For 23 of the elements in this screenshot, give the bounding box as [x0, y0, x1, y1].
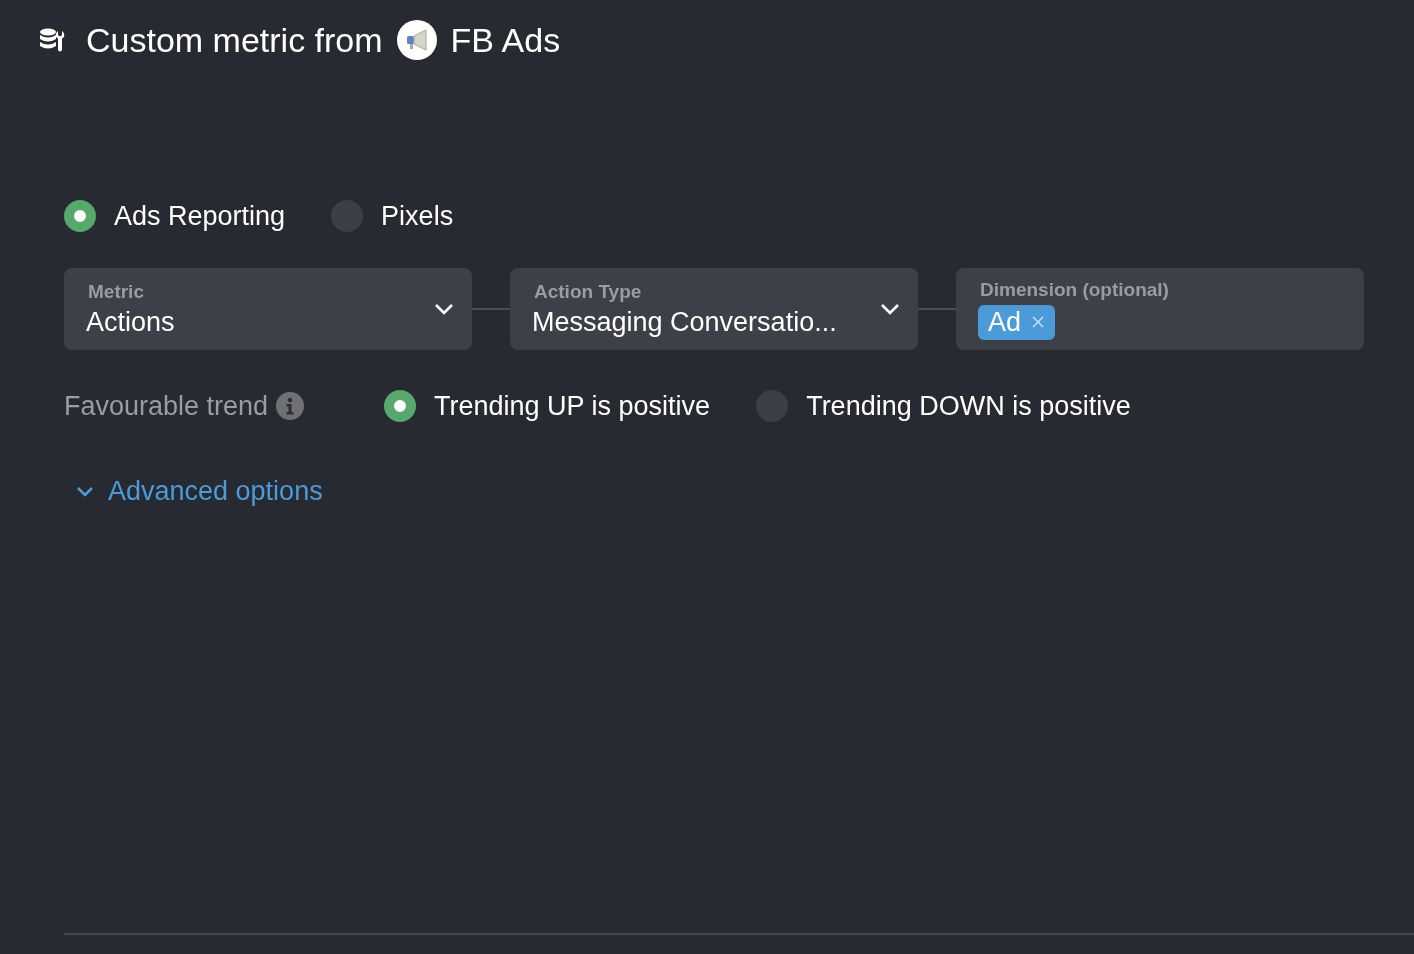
info-icon	[276, 392, 305, 420]
select-field[interactable]: Action Type Messaging Conversatio...	[510, 268, 918, 350]
chevron-down-icon	[434, 303, 454, 315]
field-label: Dimension (optional)	[980, 278, 1170, 301]
field-value: Messaging Conversatio...	[532, 306, 838, 338]
field-label: Metric	[88, 280, 145, 303]
source-name: FB Ads	[450, 20, 561, 60]
tag-label: Ad	[988, 306, 1022, 338]
tag-select-field[interactable]: Dimension (optional) Ad	[956, 268, 1364, 350]
chevron-down-icon	[880, 303, 900, 315]
field-label: Action Type	[534, 280, 643, 303]
trend-radio[interactable]: Trending DOWN is positive	[756, 390, 1131, 422]
advanced-options-toggle[interactable]: Advanced options	[64, 476, 323, 507]
source-type-radio[interactable]: Ads Reporting	[64, 200, 286, 232]
source-type-radio[interactable]: Pixels	[331, 200, 454, 232]
database-wrench-icon	[38, 26, 66, 54]
trend-radio[interactable]: Trending UP is positive	[384, 390, 711, 422]
select-field[interactable]: Metric Actions	[64, 268, 472, 350]
close-icon[interactable]	[1031, 315, 1046, 329]
megaphone-icon	[396, 20, 437, 60]
favourable-trend-label: Favourable trend	[64, 390, 269, 422]
field-value: Actions	[86, 306, 176, 338]
page-title: Custom metric from	[86, 20, 383, 60]
